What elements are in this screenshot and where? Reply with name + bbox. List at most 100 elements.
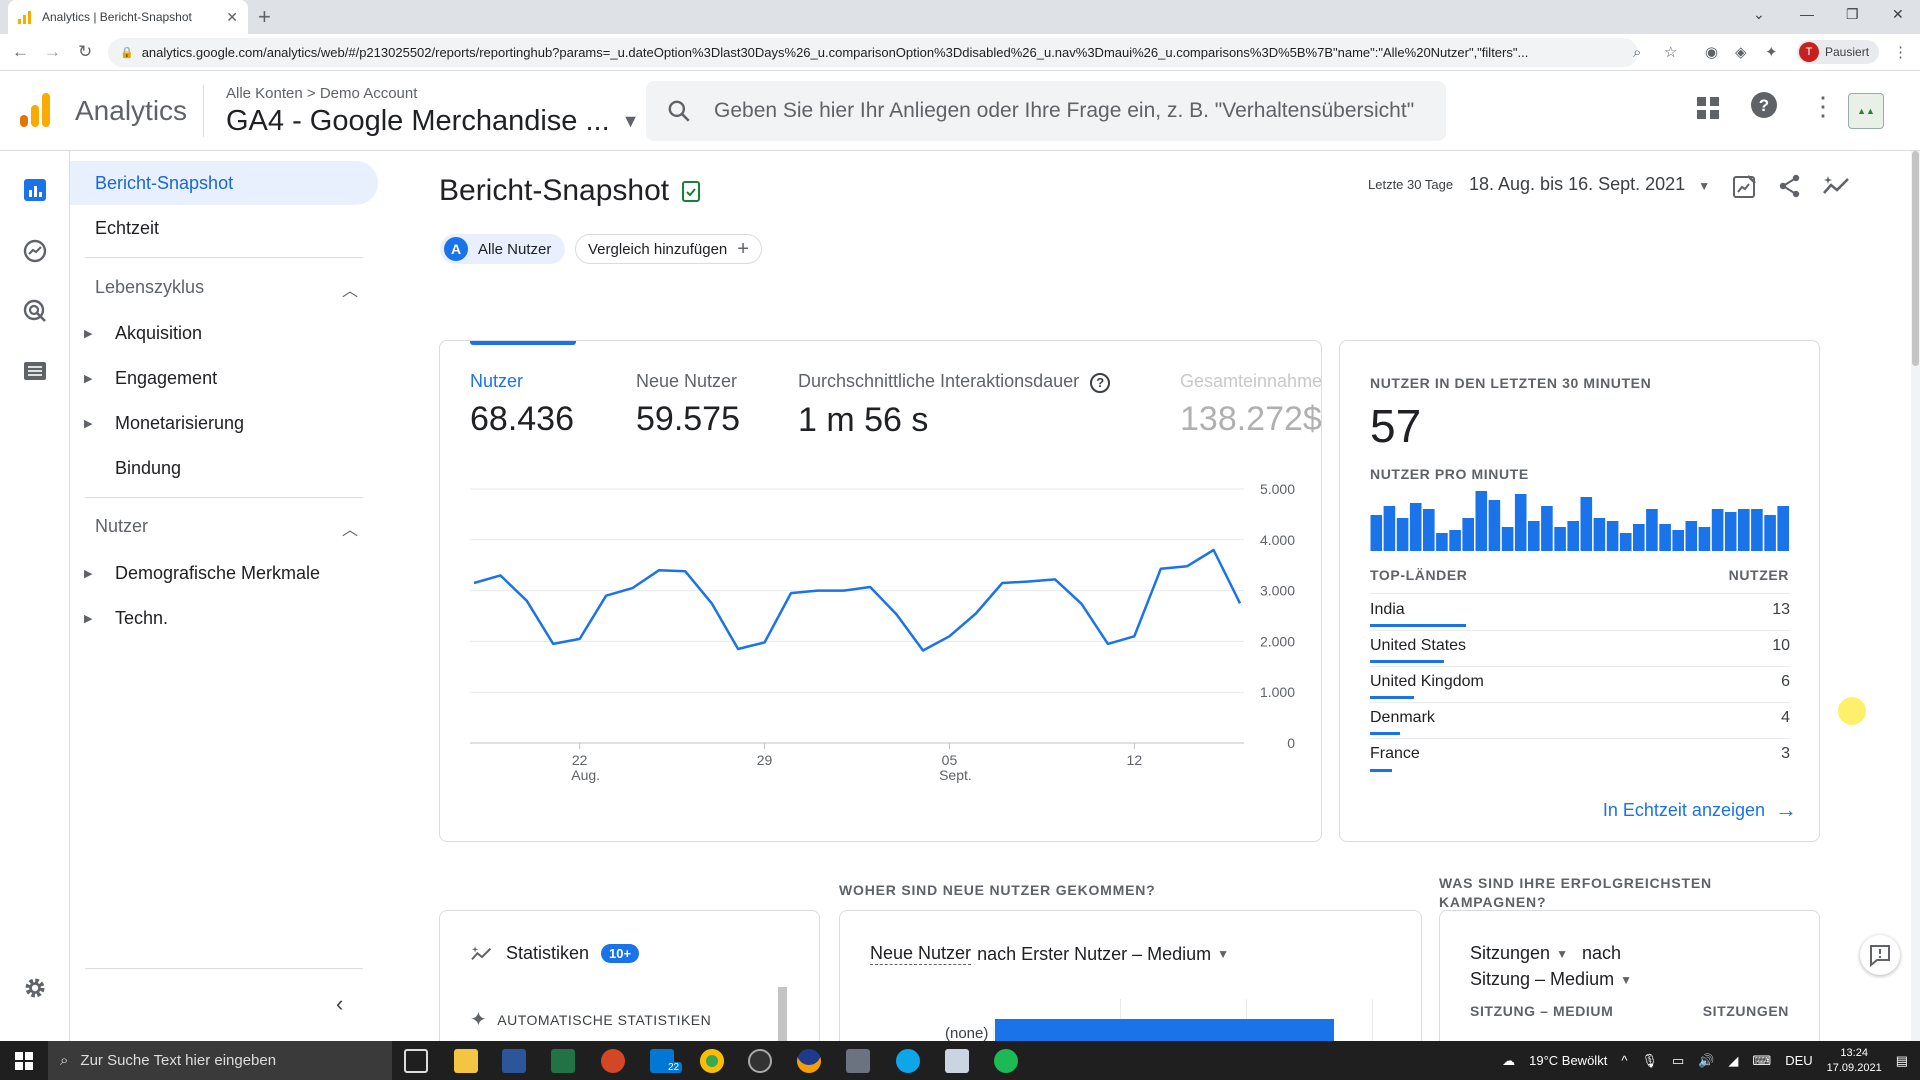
apps-grid-icon[interactable]	[1697, 95, 1719, 126]
collapse-nav-icon[interactable]: ‹	[336, 991, 343, 1017]
advertising-icon[interactable]	[22, 298, 48, 324]
file-explorer-icon[interactable]	[454, 1049, 478, 1073]
nav-item-acquisition[interactable]: Akquisition	[115, 323, 202, 344]
task-view-icon[interactable]	[404, 1049, 428, 1073]
help-icon[interactable]: ?	[1750, 91, 1778, 126]
nav-item-retention[interactable]: Bindung	[115, 458, 181, 479]
reload-icon[interactable]: ↻	[78, 42, 92, 62]
powerpoint-icon[interactable]	[601, 1049, 625, 1073]
forward-icon[interactable]: →	[44, 42, 61, 62]
nav-section-lifecycle[interactable]: Lebenszyklus	[95, 277, 204, 298]
settings-gear-icon[interactable]	[22, 975, 48, 1001]
view-realtime-link[interactable]: In Echtzeit anzeigen →	[1603, 797, 1797, 823]
excel-icon[interactable]	[551, 1049, 575, 1073]
explore-icon[interactable]	[22, 238, 48, 264]
app-name[interactable]: Analytics	[75, 95, 187, 127]
network-icon[interactable]: ◢	[1728, 1053, 1738, 1069]
minimize-icon[interactable]: —	[1800, 6, 1814, 22]
weather-cloud-icon[interactable]: ☁	[1502, 1053, 1515, 1069]
add-comparison-button[interactable]: Vergleich hinzufügen +	[575, 234, 762, 264]
microphone-icon[interactable]: 🎙	[1641, 1053, 1658, 1069]
metric-tab-new-users[interactable]: Neue Nutzer 59.575	[636, 371, 740, 439]
country-row[interactable]: United States 10	[1370, 631, 1790, 667]
word-icon[interactable]	[502, 1049, 526, 1073]
segment-chip[interactable]: A Alle Nutzer	[440, 234, 566, 264]
new-tab-icon[interactable]: +	[258, 4, 271, 30]
metric-tab-engagement-time[interactable]: Durchschnittliche Interaktionsdauer ? 1 …	[798, 371, 1111, 440]
expand-arrow-icon[interactable]: ▶	[84, 327, 92, 340]
collapse-chevron-icon[interactable]: ︿	[342, 277, 358, 301]
tab-close-icon[interactable]: ✕	[226, 9, 238, 26]
analytics-logo-icon[interactable]	[20, 93, 50, 127]
edge-icon[interactable]	[896, 1049, 920, 1073]
tray-chevron-icon[interactable]: ^	[1621, 1053, 1627, 1068]
property-selector[interactable]: GA4 - Google Merchandise ... ▼	[226, 105, 639, 138]
account-avatar[interactable]: ▲▲	[1848, 93, 1884, 129]
puzzle-icon[interactable]: ✦	[1765, 43, 1778, 61]
country-row[interactable]: Denmark 4	[1370, 703, 1790, 739]
nav-item-realtime[interactable]: Echtzeit	[95, 218, 159, 239]
browser-menu-icon[interactable]: ⋮	[1893, 43, 1908, 61]
customize-report-icon[interactable]	[1732, 173, 1758, 204]
insights-trend-icon[interactable]	[1822, 173, 1852, 204]
weather-text[interactable]: 19°C Bewölkt	[1529, 1053, 1607, 1068]
zoom-icon[interactable]: ⌕	[1633, 44, 1641, 61]
nav-item-engagement[interactable]: Engagement	[115, 368, 217, 389]
tab-search-icon[interactable]: ⌄	[1753, 6, 1765, 23]
browser-tab[interactable]: Analytics | Bericht-Snapshot ✕	[8, 0, 248, 34]
date-range-picker[interactable]: 18. Aug. bis 16. Sept. 2021 ▼	[1469, 174, 1710, 195]
sessions-metric-selector[interactable]: Sitzungen ▼ nach	[1470, 943, 1621, 964]
translate-icon[interactable]: ◈	[1735, 43, 1747, 61]
back-icon[interactable]: ←	[12, 42, 29, 62]
country-row[interactable]: India 13	[1370, 595, 1790, 631]
windows-start-icon[interactable]	[0, 1041, 48, 1080]
metric-tab-users[interactable]: Nutzer 68.436	[470, 371, 574, 439]
country-row[interactable]: United Kingdom 6	[1370, 667, 1790, 703]
share-icon[interactable]	[1777, 173, 1803, 204]
insights-header[interactable]: Statistiken 10+	[470, 943, 640, 964]
country-row[interactable]: France 3	[1370, 739, 1790, 775]
keyboard-icon[interactable]: ⌨	[1752, 1053, 1771, 1069]
scrollbar-thumb[interactable]	[1912, 151, 1919, 366]
app-icon[interactable]	[846, 1049, 870, 1073]
reports-icon[interactable]	[22, 177, 48, 203]
profile-button[interactable]: T Pausiert	[1797, 40, 1880, 64]
maximize-icon[interactable]: ❐	[1846, 6, 1859, 23]
collapse-chevron-icon[interactable]: ︿	[342, 516, 358, 540]
nav-item-tech[interactable]: Techn.	[115, 608, 168, 629]
battery-icon[interactable]: ▭	[1672, 1053, 1684, 1069]
bookmark-star-icon[interactable]: ☆	[1664, 43, 1677, 61]
page-scrollbar[interactable]	[1911, 151, 1920, 1041]
nav-item-snapshot[interactable]: Bericht-Snapshot	[95, 173, 233, 194]
taskbar-search[interactable]: ⌕ Zur Suche Text hier eingeben	[48, 1041, 392, 1080]
account-breadcrumb[interactable]: Alle Konten > Demo Account	[226, 85, 417, 102]
app-icon[interactable]	[797, 1049, 821, 1073]
help-circle-icon[interactable]: ?	[1090, 373, 1111, 393]
expand-arrow-icon[interactable]: ▶	[84, 612, 92, 625]
language-indicator[interactable]: DEU	[1785, 1053, 1812, 1068]
expand-arrow-icon[interactable]: ▶	[84, 417, 92, 430]
metric-tab-revenue[interactable]: Gesamteinnahmen 138.272$	[1180, 371, 1321, 439]
app-icon[interactable]	[945, 1049, 969, 1073]
more-vert-icon[interactable]: ⋮	[1810, 91, 1836, 122]
url-field[interactable]: 🔒 analytics.google.com/analytics/web/#/p…	[108, 38, 1638, 67]
obs-icon[interactable]	[748, 1049, 772, 1073]
nav-item-demographics[interactable]: Demografische Merkmale	[115, 563, 320, 584]
feedback-button[interactable]	[1860, 935, 1900, 975]
nav-section-users[interactable]: Nutzer	[95, 516, 148, 537]
configure-list-icon[interactable]	[22, 358, 48, 384]
medium-bar[interactable]	[995, 1019, 1334, 1043]
search-bar[interactable]: Geben Sie hier Ihr Anliegen oder Ihre Fr…	[646, 81, 1446, 141]
sessions-dimension-selector[interactable]: Sitzung – Medium ▼	[1470, 969, 1632, 990]
expand-arrow-icon[interactable]: ▶	[84, 372, 92, 385]
chrome-icon[interactable]	[700, 1049, 724, 1073]
speaker-icon[interactable]: 🔊	[1698, 1053, 1714, 1069]
extension-icon[interactable]: ◉	[1705, 43, 1718, 61]
spotify-icon[interactable]	[994, 1049, 1018, 1073]
clock[interactable]: 13:24 17.09.2021	[1827, 1046, 1882, 1076]
window-close-icon[interactable]: ✕	[1892, 6, 1904, 23]
nav-item-monetization[interactable]: Monetarisierung	[115, 413, 244, 434]
notifications-icon[interactable]: ▤	[1896, 1053, 1908, 1069]
chart-title-dropdown[interactable]: Neue Nutzer nach Erster Nutzer – Medium …	[870, 943, 1229, 965]
expand-arrow-icon[interactable]: ▶	[84, 567, 92, 580]
